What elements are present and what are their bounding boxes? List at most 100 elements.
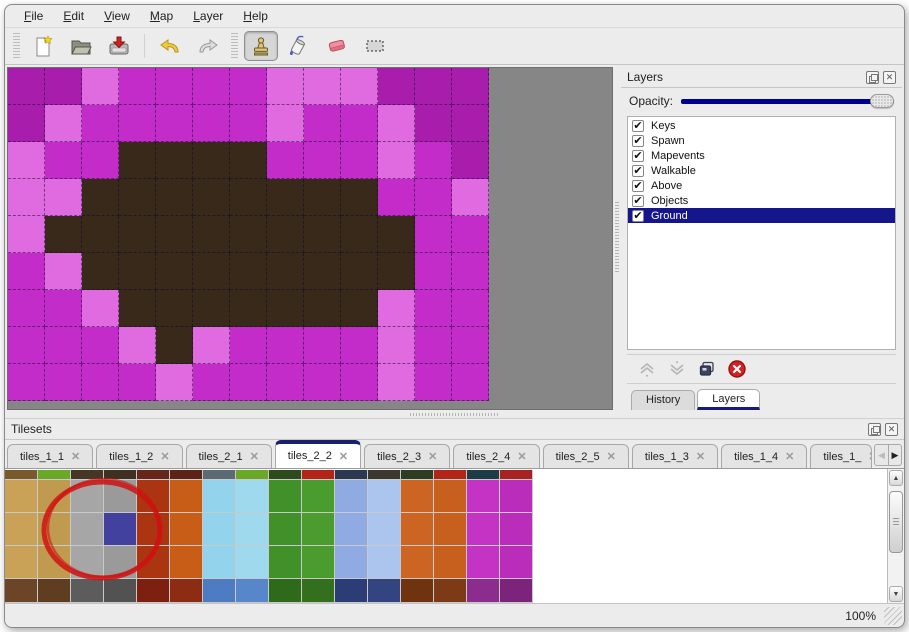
map-tile[interactable] <box>82 253 119 290</box>
map-tile[interactable] <box>304 364 341 401</box>
map-tile[interactable] <box>82 68 119 105</box>
map-tile[interactable] <box>119 142 156 179</box>
tileset-tile[interactable] <box>269 470 301 479</box>
tileset-tile[interactable] <box>434 513 466 545</box>
layer-row-mapevents[interactable]: ✔Mapevents <box>628 148 895 163</box>
layer-row-ground[interactable]: ✔Ground <box>628 208 895 223</box>
map-tile[interactable] <box>452 105 489 142</box>
map-tile[interactable] <box>341 179 378 216</box>
map-tile[interactable] <box>452 142 489 179</box>
map-tile[interactable] <box>304 253 341 290</box>
map-tile[interactable] <box>267 216 304 253</box>
map-tile[interactable] <box>378 68 415 105</box>
tab-close-icon[interactable]: ✕ <box>868 450 872 463</box>
map-tile[interactable] <box>8 253 45 290</box>
tileset-tile[interactable] <box>137 480 169 512</box>
tileset-tile[interactable] <box>71 513 103 545</box>
map-tile[interactable] <box>341 327 378 364</box>
map-tile[interactable] <box>230 290 267 327</box>
tileset-tile[interactable] <box>500 513 532 545</box>
layer-row-keys[interactable]: ✔Keys <box>628 118 895 133</box>
map-tile[interactable] <box>415 105 452 142</box>
map-tile[interactable] <box>415 68 452 105</box>
tileset-tile[interactable] <box>269 579 301 602</box>
layer-visibility-checkbox[interactable]: ✔ <box>632 120 644 132</box>
map-tile[interactable] <box>267 105 304 142</box>
tileset-tile[interactable] <box>203 546 235 578</box>
map-tile[interactable] <box>8 105 45 142</box>
map-tile[interactable] <box>45 179 82 216</box>
tileset-scrollbar[interactable]: ▲ ▼ <box>887 469 904 603</box>
tileset-tile[interactable] <box>203 513 235 545</box>
map-tile[interactable] <box>304 142 341 179</box>
toolbar-drag-handle[interactable] <box>231 33 238 59</box>
map-tile[interactable] <box>45 68 82 105</box>
map-tile[interactable] <box>304 179 341 216</box>
map-tile[interactable] <box>230 253 267 290</box>
map-tile[interactable] <box>378 290 415 327</box>
close-panel-icon[interactable]: ✕ <box>883 71 896 84</box>
tileset-tile[interactable] <box>38 546 70 578</box>
map-tile[interactable] <box>8 68 45 105</box>
map-tile[interactable] <box>452 290 489 327</box>
map-tile[interactable] <box>341 364 378 401</box>
map-tile[interactable] <box>8 179 45 216</box>
tileset-tile[interactable] <box>236 470 268 479</box>
tab-close-icon[interactable]: ✕ <box>607 450 616 463</box>
layer-visibility-checkbox[interactable]: ✔ <box>632 150 644 162</box>
tab-close-icon[interactable]: ✕ <box>250 450 259 463</box>
new-button[interactable] <box>26 31 60 61</box>
map-tile[interactable] <box>267 142 304 179</box>
map-tile[interactable] <box>415 327 452 364</box>
map-tile[interactable] <box>8 142 45 179</box>
tileset-tile[interactable] <box>269 513 301 545</box>
map-tile[interactable] <box>415 364 452 401</box>
map-tile[interactable] <box>156 253 193 290</box>
tileset-tile[interactable] <box>236 546 268 578</box>
opacity-slider[interactable] <box>681 93 894 109</box>
scrollbar-thumb[interactable] <box>889 491 903 553</box>
map-tile[interactable] <box>193 290 230 327</box>
map-tile[interactable] <box>193 68 230 105</box>
map-tile[interactable] <box>452 327 489 364</box>
map-tile[interactable] <box>452 68 489 105</box>
map-tile[interactable] <box>8 327 45 364</box>
rect-select-tool-button[interactable] <box>358 31 392 61</box>
tileset-tile[interactable] <box>71 579 103 602</box>
map-tile[interactable] <box>82 142 119 179</box>
tileset-tile[interactable] <box>137 470 169 479</box>
map-tile[interactable] <box>267 327 304 364</box>
tileset-tile[interactable] <box>203 470 235 479</box>
opacity-slider-handle[interactable] <box>870 94 894 108</box>
layer-row-walkable[interactable]: ✔Walkable <box>628 163 895 178</box>
map-tile[interactable] <box>193 105 230 142</box>
map-tile[interactable] <box>378 216 415 253</box>
tab-close-icon[interactable]: ✕ <box>71 450 80 463</box>
map-tile[interactable] <box>304 105 341 142</box>
lower-layer-button[interactable] <box>667 359 687 379</box>
map-tile[interactable] <box>304 290 341 327</box>
map-tile[interactable] <box>341 68 378 105</box>
tileset-tab-tiles_2_5[interactable]: tiles_2_5✕ <box>543 444 629 468</box>
tileset-tile[interactable] <box>137 546 169 578</box>
map-tile[interactable] <box>267 290 304 327</box>
map-tile[interactable] <box>156 327 193 364</box>
scroll-up-button[interactable]: ▲ <box>889 470 903 486</box>
horizontal-splitter[interactable] <box>5 410 904 418</box>
tileset-tile[interactable] <box>500 470 532 479</box>
tileset-tile[interactable] <box>302 470 334 479</box>
map-tile[interactable] <box>193 364 230 401</box>
tileset-tile[interactable] <box>302 546 334 578</box>
map-tile[interactable] <box>82 105 119 142</box>
menu-help[interactable]: Help <box>234 7 277 26</box>
map-tile[interactable] <box>378 105 415 142</box>
map-tile[interactable] <box>156 179 193 216</box>
map-tile[interactable] <box>304 68 341 105</box>
tileset-tile[interactable] <box>269 480 301 512</box>
map-tile[interactable] <box>45 105 82 142</box>
map-tile[interactable] <box>452 179 489 216</box>
tileset-tile[interactable] <box>104 480 136 512</box>
map-tile[interactable] <box>452 253 489 290</box>
map-tile[interactable] <box>193 142 230 179</box>
map-tile[interactable] <box>82 364 119 401</box>
